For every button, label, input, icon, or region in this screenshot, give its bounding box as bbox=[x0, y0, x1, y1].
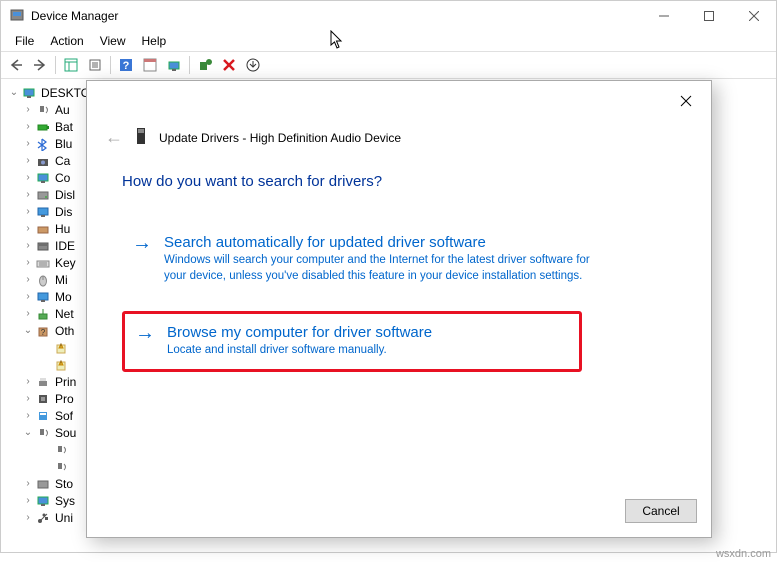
option-search-auto[interactable]: → Search automatically for updated drive… bbox=[122, 224, 662, 294]
back-button[interactable] bbox=[5, 54, 27, 76]
tree-item-label: Pro bbox=[55, 392, 74, 406]
show-hide-tree-button[interactable] bbox=[60, 54, 82, 76]
tree-item-label: Ca bbox=[55, 154, 70, 168]
tree-item-label: Mo bbox=[55, 290, 72, 304]
maximize-button[interactable] bbox=[686, 1, 731, 31]
menu-view[interactable]: View bbox=[92, 32, 134, 50]
menu-action[interactable]: Action bbox=[42, 32, 91, 50]
tree-item-label: Net bbox=[55, 307, 74, 321]
disk-icon bbox=[35, 187, 51, 203]
tree-item-label: IDE bbox=[55, 239, 75, 253]
minimize-button[interactable] bbox=[641, 1, 686, 31]
update-drivers-dialog: ← Update Drivers - High Definition Audio… bbox=[86, 80, 712, 538]
window-title: Device Manager bbox=[31, 9, 641, 23]
scan-hardware-button[interactable] bbox=[163, 54, 185, 76]
tree-item-label: Disl bbox=[55, 188, 75, 202]
cancel-button[interactable]: Cancel bbox=[625, 499, 697, 523]
help-button[interactable]: ? bbox=[115, 54, 137, 76]
option-title: Browse my computer for driver software bbox=[167, 324, 432, 341]
app-icon bbox=[9, 8, 25, 24]
dialog-back-button[interactable]: ← bbox=[105, 127, 123, 148]
tree-item-label: Key bbox=[55, 256, 76, 270]
menubar: File Action View Help bbox=[1, 31, 776, 51]
tree-item-label: Prin bbox=[55, 375, 76, 389]
option-title: Search automatically for updated driver … bbox=[164, 234, 594, 251]
unknown-icon: ! bbox=[53, 340, 69, 356]
display-icon bbox=[35, 204, 51, 220]
usb-icon bbox=[35, 510, 51, 526]
hid-icon bbox=[35, 221, 51, 237]
other-icon: ? bbox=[35, 323, 51, 339]
sound-icon bbox=[35, 425, 51, 441]
menu-file[interactable]: File bbox=[7, 32, 42, 50]
svg-text:?: ? bbox=[123, 60, 130, 72]
tree-root-label: DESKTO bbox=[41, 86, 90, 100]
camera-icon bbox=[35, 153, 51, 169]
audio-icon bbox=[35, 102, 51, 118]
tree-item-label: Sof bbox=[55, 409, 73, 423]
tree-item-label: Hu bbox=[55, 222, 70, 236]
tree-item-label: Au bbox=[55, 103, 70, 117]
tree-item-label: Mi bbox=[55, 273, 68, 287]
watermark: wsxdn.com bbox=[716, 548, 771, 560]
battery-icon bbox=[35, 119, 51, 135]
tree-item-label: Co bbox=[55, 171, 70, 185]
network-icon bbox=[35, 306, 51, 322]
close-button[interactable] bbox=[731, 1, 776, 31]
tree-item-label: Sou bbox=[55, 426, 76, 440]
storage-icon bbox=[35, 476, 51, 492]
tree-item-label: Dis bbox=[55, 205, 72, 219]
software-icon bbox=[35, 408, 51, 424]
tree-item-label: Uni bbox=[55, 511, 73, 525]
dialog-device-icon bbox=[133, 126, 149, 149]
option-browse-computer[interactable]: → Browse my computer for driver software… bbox=[122, 311, 582, 372]
sound-icon bbox=[53, 442, 69, 458]
arrow-right-icon: → bbox=[135, 324, 155, 359]
properties-button[interactable] bbox=[84, 54, 106, 76]
mouse-icon bbox=[35, 272, 51, 288]
arrow-right-icon: → bbox=[132, 234, 152, 284]
dialog-question: How do you want to search for drivers? bbox=[122, 173, 382, 190]
option-desc: Locate and install driver software manua… bbox=[167, 343, 432, 359]
ide-icon bbox=[35, 238, 51, 254]
tree-item-label: Bat bbox=[55, 120, 73, 134]
keyboard-icon bbox=[35, 255, 51, 271]
svg-text:?: ? bbox=[41, 328, 46, 337]
sound-icon bbox=[53, 459, 69, 475]
cursor-icon bbox=[330, 30, 344, 55]
menu-help[interactable]: Help bbox=[134, 32, 175, 50]
computer-icon bbox=[35, 170, 51, 186]
uninstall-button[interactable] bbox=[218, 54, 240, 76]
processor-icon bbox=[35, 391, 51, 407]
monitor-icon bbox=[35, 289, 51, 305]
option-desc: Windows will search your computer and th… bbox=[164, 253, 594, 284]
tree-item-label: Blu bbox=[55, 137, 72, 151]
dialog-close-button[interactable] bbox=[671, 89, 701, 113]
tree-item-label: Oth bbox=[55, 324, 74, 338]
dialog-title: Update Drivers - High Definition Audio D… bbox=[159, 131, 401, 145]
tree-item-label: Sys bbox=[55, 494, 75, 508]
tree-item-label: Sto bbox=[55, 477, 73, 491]
titlebar: Device Manager bbox=[1, 1, 776, 31]
forward-button[interactable] bbox=[29, 54, 51, 76]
unknown-icon: ! bbox=[53, 357, 69, 373]
bluetooth-icon bbox=[35, 136, 51, 152]
tb-extra-button[interactable] bbox=[242, 54, 264, 76]
print-icon bbox=[35, 374, 51, 390]
system-icon bbox=[35, 493, 51, 509]
update-driver-button[interactable] bbox=[194, 54, 216, 76]
toolbar: ? bbox=[1, 51, 776, 79]
tb-icon-2[interactable] bbox=[139, 54, 161, 76]
